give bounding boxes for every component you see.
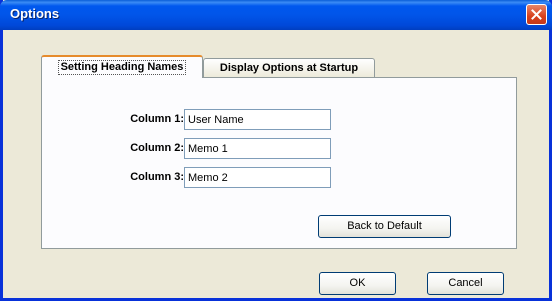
column-3-input[interactable] bbox=[184, 167, 331, 188]
ok-button[interactable]: OK bbox=[319, 272, 396, 295]
column-2-label: Column 2: bbox=[130, 142, 184, 154]
tab-display-options-at-startup[interactable]: Display Options at Startup bbox=[203, 58, 375, 78]
tab-panel: Column 1: Column 2: Column 3: Back to De… bbox=[41, 77, 517, 249]
title-bar[interactable]: Options bbox=[0, 0, 552, 30]
column-1-label: Column 1: bbox=[130, 113, 184, 125]
close-icon bbox=[531, 9, 542, 20]
tab-setting-heading-names[interactable]: Setting Heading Names bbox=[41, 55, 203, 78]
window-title: Options bbox=[10, 6, 60, 21]
back-to-default-button[interactable]: Back to Default bbox=[318, 215, 451, 238]
column-3-label: Column 3: bbox=[130, 171, 184, 183]
close-button[interactable] bbox=[526, 4, 547, 25]
tab-label: Setting Heading Names bbox=[57, 60, 187, 75]
tab-label: Display Options at Startup bbox=[219, 62, 359, 74]
column-2-input[interactable] bbox=[184, 138, 331, 159]
options-dialog: Options Setting Heading Names Display Op… bbox=[0, 0, 552, 301]
column-1-input[interactable] bbox=[184, 109, 331, 130]
cancel-button[interactable]: Cancel bbox=[427, 272, 504, 295]
